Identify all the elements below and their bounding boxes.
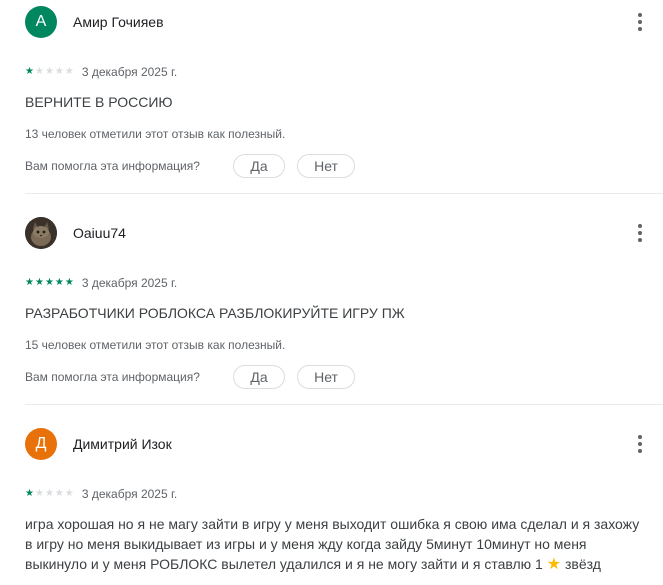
review-text: игра хорошая но я не магу зайти в игру у… <box>25 514 663 575</box>
star-filled-icon: ★ <box>25 277 34 288</box>
rating-stars: ★ ★ ★ ★ ★ <box>25 67 74 77</box>
review-text-line: выкинуло и у меня РОБЛОКС вылетел удалил… <box>25 554 663 575</box>
helpful-question: Вам помогла эта информация? <box>25 370 200 384</box>
star-empty-icon: ★ <box>44 66 54 77</box>
review-date: 3 декабря 2025 г. <box>81 276 178 290</box>
star-empty-icon: ★ <box>54 66 64 77</box>
rating-stars: ★ ★ ★ ★ ★ <box>25 278 74 288</box>
review-card: Д Димитрий Изок ★ ★ ★ ★ ★ 3 декабря 2025… <box>0 422 663 585</box>
divider <box>25 404 663 405</box>
more-options-icon[interactable] <box>628 434 652 454</box>
review-text-line: в игру но меня выкидывает из игры и у ме… <box>25 536 587 552</box>
avatar[interactable] <box>25 217 57 249</box>
star-filled-icon: ★ <box>25 488 34 499</box>
more-options-icon[interactable] <box>628 12 652 32</box>
star-empty-icon: ★ <box>34 488 44 499</box>
review-text-fragment: выкинуло и у меня РОБЛОКС вылетел удалил… <box>25 556 543 572</box>
avatar-letter: А <box>35 13 47 30</box>
rating-stars: ★ ★ ★ ★ ★ <box>25 489 74 499</box>
star-empty-icon: ★ <box>34 66 44 77</box>
review-author: Oaiuu74 <box>73 225 126 241</box>
star-empty-icon: ★ <box>44 488 54 499</box>
review-text: ВЕРНИТЕ В РОССИЮ <box>25 94 173 110</box>
review-text: РАЗРАБОТЧИКИ РОБЛОКСА РАЗБЛОКИРУЙТЕ ИГРУ… <box>25 305 405 321</box>
star-filled-icon: ★ <box>25 66 34 77</box>
review-meta: ★ ★ ★ ★ ★ 3 декабря 2025 г. <box>25 276 177 290</box>
star-emoji-icon: ★ <box>546 556 562 573</box>
review-author: Амир Гочияев <box>73 14 164 30</box>
helpful-yes-button[interactable]: Да <box>233 365 285 389</box>
star-filled-icon: ★ <box>54 277 64 288</box>
star-filled-icon: ★ <box>44 277 54 288</box>
helpful-yes-button[interactable]: Да <box>233 154 285 178</box>
more-options-icon[interactable] <box>628 223 652 243</box>
star-empty-icon: ★ <box>54 488 64 499</box>
star-empty-icon: ★ <box>64 66 74 77</box>
avatar[interactable]: Д <box>25 428 57 460</box>
review-author: Димитрий Изок <box>73 436 172 452</box>
avatar[interactable]: А <box>25 6 57 38</box>
review-date: 3 декабря 2025 г. <box>81 65 178 79</box>
helpful-no-button[interactable]: Нет <box>297 365 355 389</box>
cat-photo-icon <box>25 217 57 249</box>
review-text-line: игра хорошая но я не магу зайти в игру у… <box>25 516 640 532</box>
review-date: 3 декабря 2025 г. <box>81 487 178 501</box>
review-card: Oaiuu74 ★ ★ ★ ★ ★ 3 декабря 2025 г. РАЗР… <box>0 211 663 406</box>
divider <box>25 193 663 194</box>
star-empty-icon: ★ <box>64 488 74 499</box>
helpful-count: 13 человек отметили этот отзыв как полез… <box>25 127 286 141</box>
avatar-letter: Д <box>35 435 47 452</box>
star-filled-icon: ★ <box>64 277 74 288</box>
review-text-fragment: звёзд <box>564 556 601 572</box>
review-meta: ★ ★ ★ ★ ★ 3 декабря 2025 г. <box>25 65 177 79</box>
helpful-question: Вам помогла эта информация? <box>25 159 200 173</box>
review-card: А Амир Гочияев ★ ★ ★ ★ ★ 3 декабря 2025 … <box>0 0 663 195</box>
star-filled-icon: ★ <box>34 277 44 288</box>
review-meta: ★ ★ ★ ★ ★ 3 декабря 2025 г. <box>25 487 177 501</box>
helpful-count: 15 человек отметили этот отзыв как полез… <box>25 338 286 352</box>
helpful-no-button[interactable]: Нет <box>297 154 355 178</box>
